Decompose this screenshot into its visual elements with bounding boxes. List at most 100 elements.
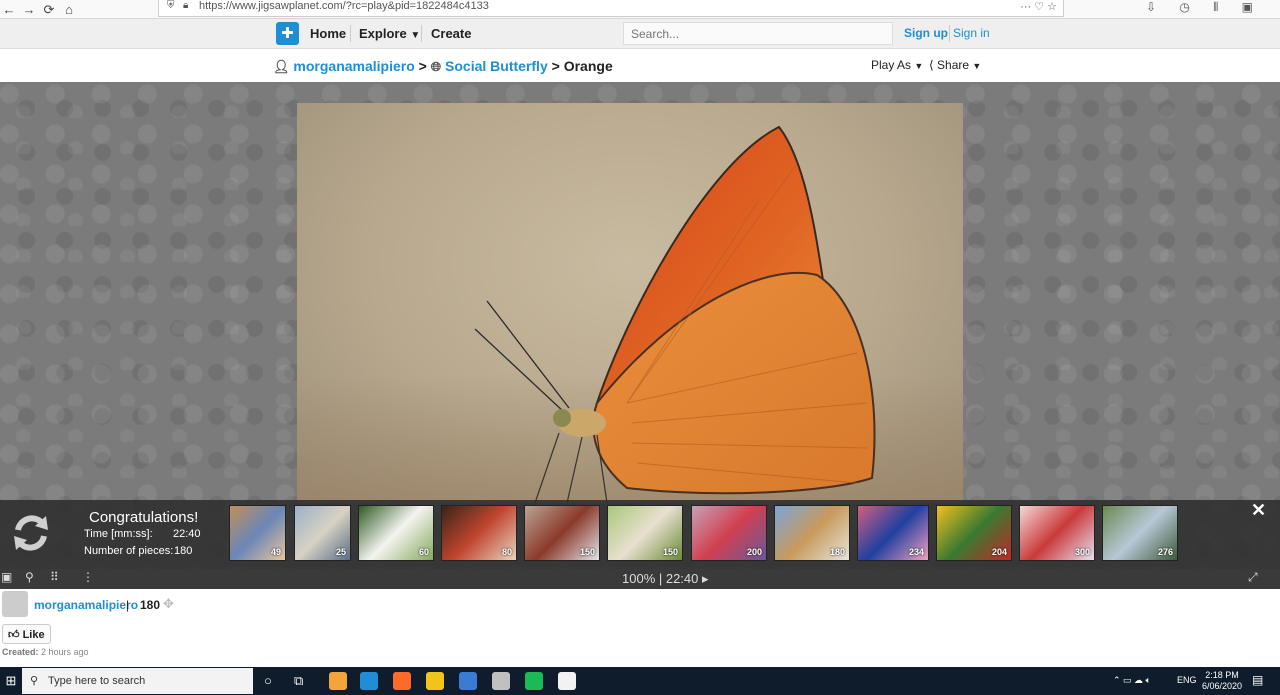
globe-icon: 🌐︎ <box>430 59 442 74</box>
thumb-piece-count: 150 <box>662 547 678 557</box>
reload-icon[interactable]: ⟳ <box>40 0 58 19</box>
share-label: Share <box>937 58 970 72</box>
taskbar-search[interactable]: ⚲ Type here to search <box>22 668 253 694</box>
play-as-button[interactable]: Play As ▼ <box>871 58 923 72</box>
avatar[interactable] <box>2 591 28 617</box>
puzzle-thumbnail[interactable]: 200 <box>691 505 767 561</box>
like-button[interactable]: 👍︎ Like <box>2 624 51 644</box>
puzzle-piece-icon: ✥ <box>163 596 174 611</box>
fullscreen-icon[interactable]: ⤢ <box>1248 570 1258 585</box>
puzzle-thumbnail[interactable]: 150 <box>524 505 600 561</box>
thumb-piece-count: 60 <box>418 547 429 557</box>
puzzle-thumbnail[interactable]: 60 <box>358 505 434 561</box>
puzzle-thumbnail[interactable]: 80 <box>441 505 517 561</box>
url-text[interactable]: https://www.jigsawplanet.com/?rc=play&pi… <box>199 0 489 12</box>
clock[interactable]: 2:18 PM 6/06/2020 <box>1202 670 1242 692</box>
taskbar: ⊞ ⚲ Type here to search ○ ⧉ ⌃ ▭ ☁ 🔈︎ ENG… <box>0 667 1280 695</box>
search-icon: ⚲ <box>30 675 39 687</box>
thumb-piece-count: 300 <box>1074 547 1090 557</box>
file-explorer-icon[interactable] <box>426 672 444 690</box>
language-indicator[interactable]: ENG <box>1177 675 1197 685</box>
breadcrumb-user[interactable]: morganamalipiero <box>293 58 414 74</box>
ghost-image-icon[interactable]: ⚲ <box>25 570 34 584</box>
time-value: 22:40 <box>173 528 201 540</box>
author-row: morganamalipiero | 180 ✥ <box>2 591 602 617</box>
nav-home[interactable]: Home <box>310 19 346 48</box>
windows-start-icon[interactable]: ⊞ <box>0 667 22 695</box>
spotify-icon[interactable] <box>492 672 510 690</box>
author-link[interactable]: morganamalipiero <box>34 598 138 612</box>
mail-icon[interactable] <box>558 672 576 690</box>
more-options-icon[interactable]: ⋮ <box>82 570 94 584</box>
tray-icons[interactable]: ⌃ ▭ ☁ 🔈︎ <box>1113 675 1151 686</box>
puzzle-stage[interactable] <box>0 82 1280 569</box>
lock-icon[interactable]: 🔒︎ <box>183 0 188 11</box>
grid-icon[interactable]: ⠿ <box>50 570 59 584</box>
nav-divider <box>350 25 351 42</box>
replay-icon[interactable] <box>10 512 52 554</box>
zoom-timer-readout[interactable]: 100% | 22:40 ▸ <box>622 571 709 587</box>
puzzle-thumbnail[interactable]: 234 <box>857 505 929 561</box>
author-piece-count: 180 <box>140 598 161 612</box>
search-input[interactable] <box>623 22 893 45</box>
share-button[interactable]: ⟨ Share ▼ <box>929 58 981 72</box>
play-as-label: Play As <box>871 58 912 72</box>
breadcrumb-bar: 👤︎ morganamalipiero > 🌐︎ Social Butterfl… <box>0 49 1280 82</box>
sticky-notes-icon[interactable] <box>393 672 411 690</box>
nav-explore-label: Explore <box>359 26 407 41</box>
image-preview-icon[interactable]: ▣ <box>1 570 12 584</box>
puzzle-thumbnail[interactable]: 300 <box>1019 505 1095 561</box>
caret-down-icon: ▼ <box>410 30 421 41</box>
thumb-piece-count: 276 <box>1157 547 1173 557</box>
nav-explore[interactable]: Explore ▼ <box>359 19 420 48</box>
thumb-piece-count: 200 <box>746 547 762 557</box>
page-title: Orange <box>563 58 613 74</box>
congrats-title: Congratulations! <box>89 509 199 526</box>
cortana-icon[interactable]: ○ <box>264 673 272 688</box>
site-header: ✚ Home Explore ▼ Create Sign up Sign in <box>0 19 1280 49</box>
congrats-panel: Congratulations! Time [mm:ss]: 22:40 Num… <box>0 500 1280 569</box>
task-view-icon[interactable]: ⧉ <box>294 673 303 689</box>
edge-icon[interactable] <box>329 672 347 690</box>
puzzle-thumbnail[interactable]: 150 <box>607 505 683 561</box>
thumb-piece-count: 234 <box>908 547 924 557</box>
author-divider: | <box>126 598 130 612</box>
taskbar-search-placeholder: Type here to search <box>48 675 146 687</box>
caret-down-icon: ▼ <box>972 61 982 71</box>
butterfly-illustration <box>474 125 876 503</box>
clock-time: 2:18 PM <box>1205 670 1239 680</box>
thumb-piece-count: 150 <box>579 547 595 557</box>
notifications-icon[interactable]: ▤ <box>1252 673 1263 687</box>
close-icon[interactable]: ✕ <box>1251 500 1266 521</box>
puzzle-image[interactable] <box>297 103 963 503</box>
home-icon[interactable]: ⌂ <box>60 0 78 19</box>
user-icon: 👤︎ <box>273 59 290 74</box>
breadcrumb-collection[interactable]: Social Butterfly <box>445 58 548 74</box>
puzzle-thumbnail[interactable]: 204 <box>936 505 1012 561</box>
puzzle-thumbnail[interactable]: 276 <box>1102 505 1178 561</box>
caret-down-icon: ▼ <box>914 61 924 71</box>
back-icon[interactable]: ← <box>0 0 18 19</box>
puzzle-thumbnail[interactable]: 25 <box>294 505 351 561</box>
puzzle-thumbnail[interactable]: 49 <box>229 505 286 561</box>
address-bar[interactable]: ⛨ 🔒︎ https://www.jigsawplanet.com/?rc=pl… <box>158 0 1064 17</box>
forward-icon[interactable]: → <box>20 0 38 19</box>
shield-icon[interactable]: ⛨ <box>167 0 175 11</box>
store-icon[interactable] <box>525 672 543 690</box>
created-info: Created: 2 hours ago <box>2 647 89 657</box>
page-actions-icons[interactable]: ··· ♡ ☆ <box>1020 0 1057 13</box>
created-label: Created: <box>2 647 39 657</box>
firefox-icon[interactable] <box>360 672 378 690</box>
nav-create[interactable]: Create <box>431 19 471 48</box>
breadcrumb: 👤︎ morganamalipiero > 🌐︎ Social Butterfl… <box>273 58 613 75</box>
signup-link[interactable]: Sign up <box>904 19 948 48</box>
jigsaw-logo-icon[interactable]: ✚ <box>276 22 299 45</box>
puzzle-thumbnail[interactable]: 180 <box>774 505 850 561</box>
like-label: Like <box>22 629 45 641</box>
itunes-icon[interactable] <box>459 672 477 690</box>
nav-divider <box>421 25 422 42</box>
puzzle-toolbar: ▣ ⚲ ⠿ ⋮ 100% | 22:40 ▸ ⤢ <box>0 569 1280 589</box>
thumb-piece-count: 204 <box>991 547 1007 557</box>
signin-link[interactable]: Sign in <box>953 19 990 48</box>
browser-toolbar: ← → ⟳ ⌂ ⛨ 🔒︎ https://www.jigsawplanet.co… <box>0 0 1280 29</box>
